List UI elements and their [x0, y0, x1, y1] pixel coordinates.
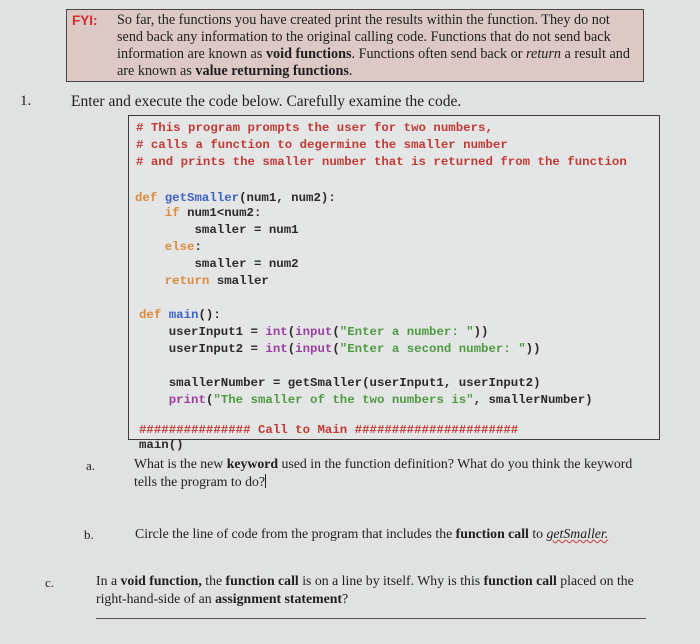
code-token-builtin: int: [265, 342, 288, 356]
fyi-text-segment: value returning functions: [195, 63, 349, 79]
subquestion-b-label: b.: [84, 527, 94, 542]
code-token-plain: smaller: [216, 274, 269, 288]
code-token-builtin: input: [295, 325, 333, 339]
subquestion-b-segment: Circle the line of code from the program…: [135, 526, 456, 541]
code-line: if num1<num2:: [135, 205, 262, 222]
code-token-plain: num1<num2:: [187, 206, 262, 220]
code-token-kw: def: [135, 191, 165, 205]
code-token-kw: def: [139, 308, 169, 322]
code-comment-line: # calls a function to degermine the smal…: [136, 137, 508, 154]
subquestion-c-segment: ?: [342, 591, 349, 606]
code-token-kw: else: [135, 240, 195, 254]
code-line: smaller = num2: [135, 256, 299, 273]
question-text: Enter and execute the code below. Carefu…: [71, 93, 462, 110]
subquestion-b-segment: getSmaller.: [546, 526, 609, 541]
code-line: userInput2 = int(input("Enter a second n…: [139, 341, 541, 358]
code-comment-line: # and prints the smaller number that is …: [136, 154, 627, 171]
code-token-kw: return: [135, 274, 217, 288]
code-token-plain: )): [525, 342, 541, 356]
subquestion-a-segment: What is the new: [134, 456, 227, 471]
fyi-callout: FYI: So far, the functions you have crea…: [66, 9, 644, 82]
subquestion-a-segment: keyword: [226, 456, 279, 471]
code-line: smallerNumber = getSmaller(userInput1, u…: [139, 375, 541, 392]
code-token-kw: if: [135, 206, 188, 220]
code-token-comment: # This program prompts the user for two …: [136, 121, 493, 135]
subquestion-c-text[interactable]: In a void function, the function call is…: [96, 572, 636, 608]
code-line: else:: [135, 239, 202, 256]
code-token-str: "The smaller of the two numbers is": [213, 393, 474, 407]
code-line: def main():: [139, 307, 221, 324]
text-cursor: [265, 474, 267, 488]
question-number: 1.: [20, 93, 32, 109]
code-token-plain: main(): [139, 438, 184, 452]
code-token-comment: ############### Call to Main ###########…: [139, 423, 519, 437]
code-token-comment: # calls a function to degermine the smal…: [136, 138, 508, 152]
code-block: # This program prompts the user for two …: [128, 115, 660, 452]
subquestion-b-text[interactable]: Circle the line of code from the program…: [135, 525, 695, 543]
code-token-str: "Enter a second number: ": [339, 342, 526, 356]
code-comment-line: # This program prompts the user for two …: [136, 120, 493, 137]
fyi-text-segment: return: [526, 46, 561, 62]
subquestion-c-segment: assignment statement: [215, 591, 342, 606]
code-token-builtin: print: [168, 393, 206, 407]
answer-line[interactable]: [96, 618, 646, 619]
code-token-plain: smaller = num2: [135, 257, 299, 271]
code-token-fn: main: [168, 308, 199, 322]
code-token-plain: :: [194, 240, 202, 254]
code-token-str: "Enter a number: ": [339, 325, 474, 339]
subquestion-c-segment: function call: [483, 573, 557, 588]
fyi-text-segment: . Functions often send back or: [351, 46, 527, 62]
subquestion-c-segment: the: [201, 573, 226, 588]
code-token-plain: , smallerNumber): [473, 393, 593, 407]
code-token-plain: smallerNumber = getSmaller(userInput1, u…: [139, 376, 541, 390]
code-token-fn: getSmaller: [164, 191, 240, 205]
code-line: main(): [139, 437, 184, 454]
subquestion-a-label: a.: [86, 458, 96, 473]
code-token-plain: (: [332, 342, 340, 356]
code-line: smaller = num1: [135, 222, 299, 239]
code-token-comment: # and prints the smaller number that is …: [136, 155, 627, 169]
code-line: userInput1 = int(input("Enter a number: …: [139, 324, 489, 341]
code-token-plain: )): [473, 325, 489, 339]
code-line: ############### Call to Main ###########…: [139, 422, 518, 439]
code-token-plain: (: [332, 325, 340, 339]
subquestion-c-segment: function call: [225, 573, 299, 588]
subquestion-c-segment: In a: [96, 573, 121, 588]
subquestion-a-text[interactable]: What is the new keyword used in the func…: [134, 455, 654, 491]
subquestion-c-label: c.: [45, 575, 55, 590]
subquestion-b-segment: to: [528, 526, 547, 541]
code-token-plain: userInput1 =: [139, 325, 266, 339]
code-token-plain: userInput2 =: [139, 342, 266, 356]
fyi-label: FYI:: [72, 13, 98, 28]
subquestion-b-segment: function call: [455, 526, 529, 541]
code-token-plain: ():: [198, 308, 221, 322]
code-line: return smaller: [135, 273, 269, 290]
code-token-plain: (num1, num2):: [239, 191, 336, 205]
fyi-text-segment: void functions: [265, 46, 352, 62]
subquestion-c-segment: is on a line by itself. Why is this: [298, 573, 484, 588]
subquestion-c-segment: void function,: [120, 573, 202, 588]
code-line: print("The smaller of the two numbers is…: [139, 392, 593, 409]
code-token-builtin: int: [265, 325, 288, 339]
fyi-text: So far, the functions you have created p…: [117, 12, 635, 80]
code-token-plain: smaller = num1: [135, 223, 299, 237]
fyi-text-segment: .: [348, 63, 353, 79]
code-token-builtin: input: [295, 342, 333, 356]
